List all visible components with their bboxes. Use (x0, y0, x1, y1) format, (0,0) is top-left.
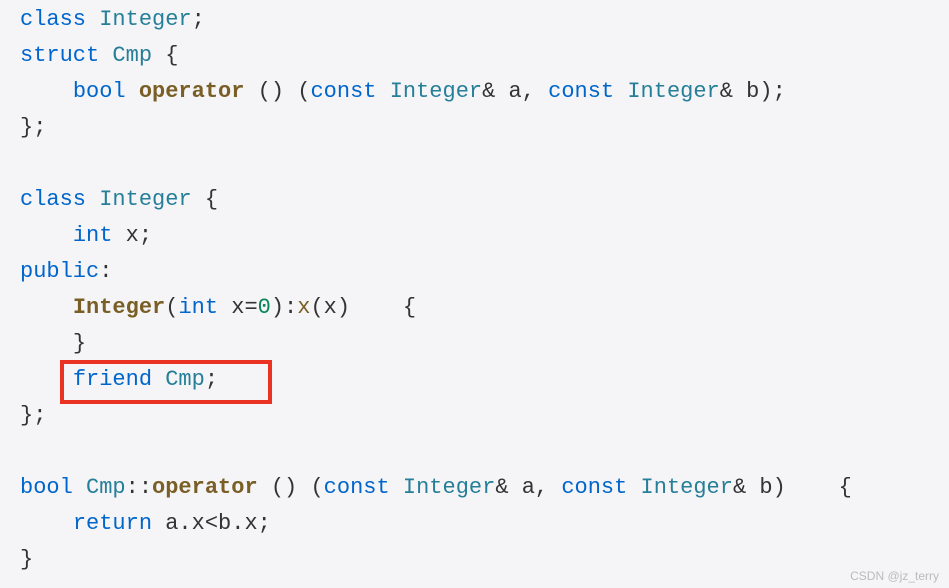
arg-x: x= (218, 295, 258, 320)
line-12: }; (20, 403, 46, 428)
watermark: CSDN @jz_terry (850, 570, 939, 582)
var-x: x; (112, 223, 152, 248)
line-1: class Integer; (20, 7, 205, 32)
type-integer: Integer (99, 187, 191, 212)
brace-close: }; (20, 115, 46, 140)
keyword-int: int (178, 295, 218, 320)
paren-close: ): (271, 295, 297, 320)
paren-open: () ( (244, 79, 310, 104)
line-11: friend Cmp; (20, 367, 218, 392)
fn-operator: operator (139, 79, 245, 104)
fn-operator: operator (152, 475, 258, 500)
scope-op: :: (126, 475, 152, 500)
keyword-bool: bool (20, 475, 73, 500)
brace-close: } (20, 547, 33, 572)
code-block: class Integer; struct Cmp { bool operato… (0, 2, 949, 578)
keyword-class: class (20, 7, 86, 32)
ctor-integer: Integer (73, 295, 165, 320)
init-x: x (297, 295, 310, 320)
semicolon: ; (205, 367, 218, 392)
type-cmp: Cmp (165, 367, 205, 392)
line-8: public: (20, 259, 112, 284)
param-a: & a, (482, 79, 548, 104)
type-integer-1: Integer (390, 79, 482, 104)
type-integer-2: Integer (627, 79, 719, 104)
line-4: }; (20, 115, 46, 140)
paren-open: ( (165, 295, 178, 320)
keyword-const-2: const (561, 475, 627, 500)
param-b: & b); (720, 79, 786, 104)
indent (20, 367, 73, 392)
param-a: & a, (495, 475, 561, 500)
keyword-const-2: const (548, 79, 614, 104)
type-integer: Integer (99, 7, 191, 32)
line-9: Integer(int x=0):x(x) { (20, 295, 416, 320)
keyword-class: class (20, 187, 86, 212)
brace-close: }; (20, 403, 46, 428)
line-2: struct Cmp { (20, 43, 178, 68)
indent (20, 223, 73, 248)
keyword-int: int (73, 223, 113, 248)
keyword-bool: bool (73, 79, 126, 104)
keyword-public: public (20, 259, 99, 284)
init-val: (x) { (310, 295, 416, 320)
keyword-const-1: const (310, 79, 376, 104)
line-15: return a.x<b.x; (20, 511, 271, 536)
semicolon: ; (192, 7, 205, 32)
indent (20, 79, 73, 104)
indent (20, 331, 73, 356)
line-3: bool operator () (const Integer& a, cons… (20, 79, 786, 104)
indent (20, 511, 73, 536)
paren-open: () ( (258, 475, 324, 500)
keyword-return: return (73, 511, 152, 536)
line-7: int x; (20, 223, 152, 248)
keyword-friend: friend (73, 367, 152, 392)
keyword-const-1: const (324, 475, 390, 500)
keyword-struct: struct (20, 43, 99, 68)
expr: a.x<b.x; (152, 511, 271, 536)
brace-open: { (152, 43, 178, 68)
type-cmp: Cmp (112, 43, 152, 68)
type-integer-2: Integer (641, 475, 733, 500)
colon: : (99, 259, 112, 284)
indent (20, 295, 73, 320)
line-14: bool Cmp::operator () (const Integer& a,… (20, 475, 852, 500)
param-b: & b) { (733, 475, 852, 500)
num-zero: 0 (258, 295, 271, 320)
brace-close: } (73, 331, 86, 356)
brace-open: { (192, 187, 218, 212)
type-integer-1: Integer (403, 475, 495, 500)
type-cmp: Cmp (86, 475, 126, 500)
line-10: } (20, 331, 86, 356)
line-6: class Integer { (20, 187, 218, 212)
line-16: } (20, 547, 33, 572)
